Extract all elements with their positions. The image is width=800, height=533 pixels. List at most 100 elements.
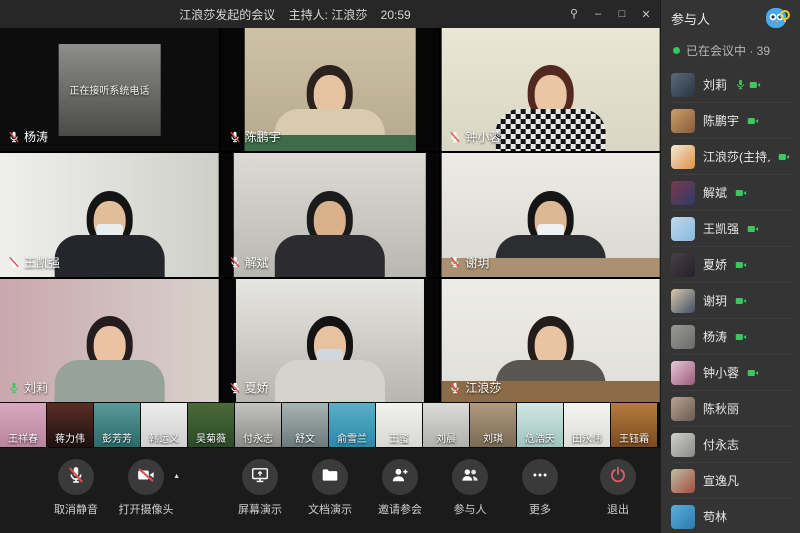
- video-tile[interactable]: 王凯强: [0, 153, 219, 276]
- button-circle: [58, 459, 94, 495]
- participant-status-icons: [735, 259, 747, 271]
- participant-name: 王凯强: [703, 220, 739, 237]
- participant-row[interactable]: 杨涛: [671, 319, 790, 355]
- button-icon: [137, 466, 155, 489]
- participant-name: 夏娇: [703, 256, 727, 273]
- participant-avatar: [671, 469, 695, 493]
- participants-button[interactable]: 参与人: [442, 459, 498, 517]
- participant-name: 谢玥: [703, 292, 727, 309]
- participant-thumbnail[interactable]: 韩运义: [141, 403, 187, 447]
- video-tile[interactable]: 陈鹏宇: [221, 28, 440, 151]
- button-circle: [452, 459, 488, 495]
- participant-row[interactable]: 付永志: [671, 427, 790, 463]
- participant-row[interactable]: 刘莉: [671, 67, 790, 103]
- invite-button[interactable]: 邀请参会: [372, 459, 428, 517]
- tile-participant-name: 陈鹏宇: [245, 128, 281, 145]
- participant-avatar: [671, 361, 695, 385]
- exit-button[interactable]: 退出: [590, 459, 646, 517]
- unmute-button[interactable]: 取消静音: [48, 459, 104, 517]
- tile-name-tag: 夏娇: [229, 379, 269, 396]
- participant-thumbnail[interactable]: 吴菊薇: [188, 403, 234, 447]
- button-circle: [312, 459, 348, 495]
- video-tile[interactable]: 正在接听系统电话 杨涛: [0, 28, 219, 151]
- participant-thumbnail[interactable]: 付永志: [235, 403, 281, 447]
- participant-row[interactable]: 王凯强: [671, 211, 790, 247]
- participant-row[interactable]: 谢玥: [671, 283, 790, 319]
- camera-options-caret[interactable]: ▲: [173, 473, 180, 480]
- participants-title: 参与人: [671, 9, 764, 28]
- toolbar-center-group: 屏幕演示 文档演示 邀请参会 参与人 更多: [232, 459, 568, 517]
- participant-row[interactable]: 钟小蓉: [671, 355, 790, 391]
- button-label: 文档演示: [308, 501, 352, 517]
- participant-row[interactable]: 宣逸凡: [671, 463, 790, 499]
- thumbnail-name: 韩运义: [141, 430, 187, 445]
- participant-thumbnail[interactable]: 舒文: [282, 403, 328, 447]
- video-tile[interactable]: 钟小蓉: [441, 28, 660, 151]
- video-tile[interactable]: 江浪莎: [441, 279, 660, 402]
- minimize-button[interactable]: –: [586, 2, 610, 26]
- meeting-title: 江浪莎发起的会议: [179, 8, 275, 22]
- person-silhouette: [44, 302, 174, 402]
- participant-name: 杨涛: [703, 328, 727, 345]
- tile-name-tag: 杨涛: [8, 128, 48, 145]
- thumbnail-name: 彭芳芳: [94, 430, 140, 445]
- participant-thumbnail[interactable]: 王钰霜: [611, 403, 657, 447]
- participant-row[interactable]: 陈鹏宇: [671, 103, 790, 139]
- participant-thumbnail[interactable]: 王祥春: [0, 403, 46, 447]
- participant-thumbnail[interactable]: 田永伟: [564, 403, 610, 447]
- button-icon: [67, 466, 85, 489]
- maximize-button[interactable]: □: [610, 2, 634, 26]
- participant-row[interactable]: 苟林: [671, 499, 790, 533]
- participant-name: 钟小蓉: [703, 364, 739, 381]
- button-circle: [600, 459, 636, 495]
- participant-avatar: [671, 109, 695, 133]
- doc-share-button[interactable]: 文档演示: [302, 459, 358, 517]
- participant-thumbnail[interactable]: 刘琪: [470, 403, 516, 447]
- thumbnail-name: 王钰霜: [611, 430, 657, 445]
- button-icon: [391, 466, 409, 489]
- close-button[interactable]: ✕: [634, 2, 658, 26]
- participant-avatar: [671, 217, 695, 241]
- participant-row[interactable]: 江浪莎(主持人): [671, 139, 790, 175]
- button-circle: [128, 459, 164, 495]
- mic-status-icon: [449, 382, 461, 394]
- participant-thumbnail[interactable]: 危浩天: [517, 403, 563, 447]
- participant-row[interactable]: 解斌: [671, 175, 790, 211]
- participant-name: 付永志: [703, 436, 739, 453]
- video-tile[interactable]: 刘莉: [0, 279, 219, 402]
- meeting-title-group: 江浪莎发起的会议 主持人: 江浪莎 20:59: [0, 6, 590, 23]
- participant-avatar: [671, 73, 695, 97]
- video-tile[interactable]: 谢玥: [441, 153, 660, 276]
- participant-avatar: [671, 181, 695, 205]
- mic-status-icon: [229, 131, 241, 143]
- thumbnail-name: 吴菊薇: [188, 430, 234, 445]
- participant-thumbnail[interactable]: 王蜜: [376, 403, 422, 447]
- participant-thumbnail[interactable]: 彭芳芳: [94, 403, 140, 447]
- video-tile[interactable]: 夏娇: [221, 279, 440, 402]
- screen-share-button[interactable]: 屏幕演示: [232, 459, 288, 517]
- tile-name-tag: 江浪莎: [449, 379, 501, 396]
- person-silhouette: [486, 51, 616, 151]
- more-button[interactable]: 更多: [512, 459, 568, 517]
- participant-avatar: [671, 505, 695, 529]
- participant-thumbnail[interactable]: 俞雪兰: [329, 403, 375, 447]
- pin-icon[interactable]: [562, 2, 586, 26]
- participant-thumbnail[interactable]: 刘晨: [423, 403, 469, 447]
- person-torso: [54, 235, 164, 277]
- participant-row[interactable]: 夏娇: [671, 247, 790, 283]
- video-tile[interactable]: 解斌: [221, 153, 440, 276]
- participant-thumbnail[interactable]: 蒋力伟: [47, 403, 93, 447]
- video-grid: 正在接听系统电话 杨涛 陈鹏宇: [0, 28, 660, 402]
- tile-name-tag: 解斌: [229, 254, 269, 271]
- tile-participant-name: 钟小蓉: [465, 128, 501, 145]
- thumbnail-name: 危浩天: [517, 430, 563, 445]
- thumbnail-name: 王祥春: [0, 430, 46, 445]
- participant-row[interactable]: 陈秋丽: [671, 391, 790, 427]
- host-label: 主持人: 江浪莎: [289, 8, 368, 22]
- participant-avatar: [671, 397, 695, 421]
- mic-status-icon: [449, 256, 461, 268]
- assistant-mascot-icon[interactable]: [764, 5, 790, 31]
- person-silhouette: [44, 177, 174, 277]
- thumbnail-name: 刘琪: [470, 430, 516, 445]
- camera-button[interactable]: 打开摄像头 ▲: [118, 459, 174, 517]
